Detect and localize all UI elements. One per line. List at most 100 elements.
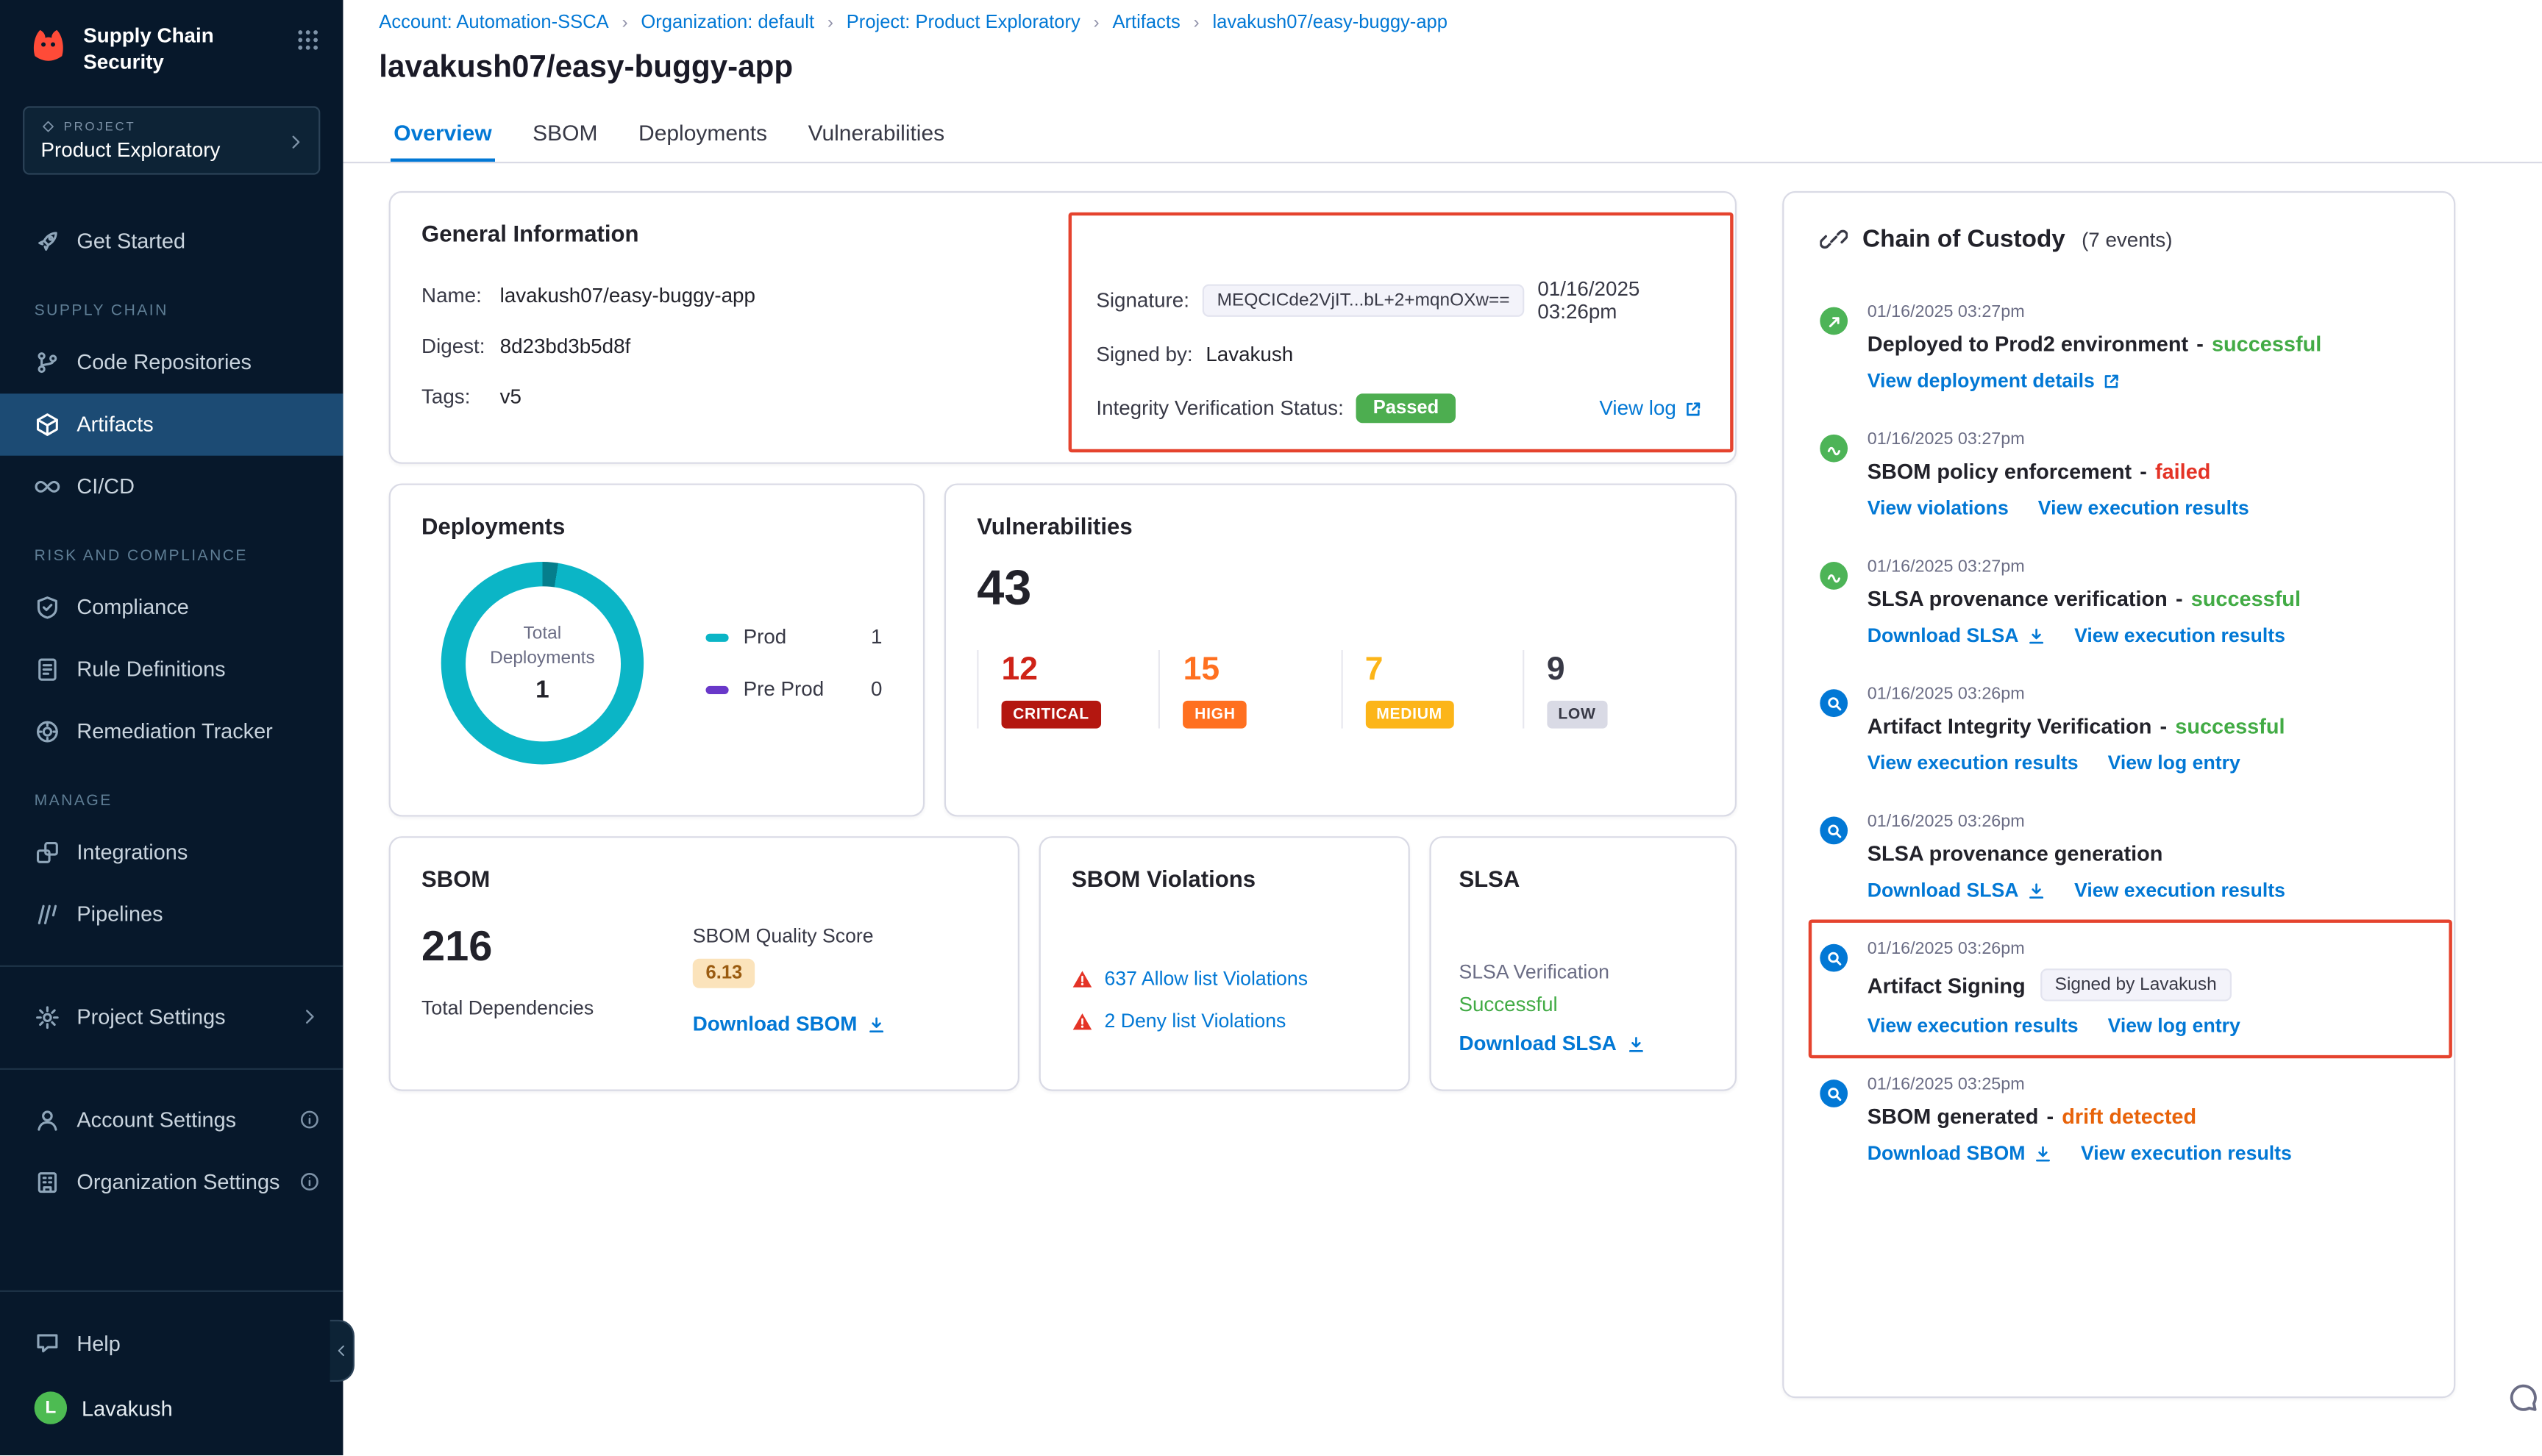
sidebar-item-get-started[interactable]: Get Started [0, 210, 343, 271]
event-title: Artifact SigningSigned by Lavakush [1868, 968, 2418, 1001]
event-status-separator: - [2046, 1104, 2054, 1128]
rocket-icon [35, 228, 61, 254]
event-link-view-execution-results[interactable]: View execution results [1868, 752, 2079, 774]
legend-marker [706, 685, 729, 693]
violation-link-2-deny-list-violations[interactable]: 2 Deny list Violations [1104, 1010, 1286, 1032]
signed-by-row: Signed by: Lavakush [1096, 337, 1702, 373]
tab-vulnerabilities[interactable]: Vulnerabilities [805, 110, 947, 162]
event-body: 01/16/2025 03:26pmSLSA provenance genera… [1868, 812, 2418, 902]
sidebar-item-ci-cd[interactable]: CI/CD [0, 455, 343, 517]
sidebar-item-compliance[interactable]: Compliance [0, 576, 343, 638]
tab-sbom[interactable]: SBOM [530, 110, 601, 162]
event-title: SBOM generated-drift detected [1868, 1104, 2418, 1128]
user-menu[interactable]: L Lavakush [0, 1374, 343, 1442]
event-link-view-execution-results[interactable]: View execution results [2081, 1142, 2292, 1165]
legend-row-pre-prod: Pre Prod0 [706, 678, 883, 701]
event-link-download-sbom[interactable]: Download SBOM [1868, 1142, 2051, 1165]
breadcrumb-link-project-product-exploratory[interactable]: Project: Product Exploratory [847, 13, 1080, 33]
coc-event-artifact-signing: 01/16/2025 03:26pmArtifact SigningSigned… [1820, 939, 2418, 1037]
vulnerabilities-total: 43 [977, 562, 1703, 618]
sidebar-header: Supply Chain Security [0, 0, 343, 76]
event-title: SLSA provenance verification-successful [1868, 586, 2418, 610]
chat-bubble-icon[interactable] [2506, 1382, 2538, 1414]
app-title-line2: Security [83, 49, 213, 76]
sbom-card: SBOM 216 Total Dependencies SBOM Quality… [389, 836, 1019, 1091]
integrations-icon [35, 839, 61, 866]
sbom-quality-block: SBOM Quality Score 6.13 Download SBOM [693, 924, 987, 1038]
sidebar-collapse-button[interactable] [330, 1320, 355, 1382]
integrity-row: Integrity Verification Status: Passed Vi… [1096, 390, 1702, 427]
event-link-view-execution-results[interactable]: View execution results [2074, 624, 2285, 646]
artifacts-icon [35, 411, 61, 438]
severity-badge: MEDIUM [1365, 701, 1454, 729]
event-link-view-execution-results[interactable]: View execution results [2038, 496, 2249, 519]
tab-deployments[interactable]: Deployments [636, 110, 771, 162]
breadcrumb-link-account-automation-ssca[interactable]: Account: Automation-SSCA [379, 13, 608, 33]
sidebar-item-organization-settings[interactable]: Organization Settings [0, 1151, 343, 1213]
field-label: Tags: [421, 385, 500, 408]
breadcrumb: Account: Automation-SSCA›Organization: d… [379, 13, 2542, 33]
row-sbom-slsa: SBOM 216 Total Dependencies SBOM Quality… [389, 836, 1737, 1091]
pipelines-icon [35, 901, 61, 927]
violation-link-637-allow-list-violations[interactable]: 637 Allow list Violations [1104, 967, 1308, 990]
sidebar-item-integrations[interactable]: Integrations [0, 821, 343, 882]
severity-count: 9 [1547, 653, 1704, 685]
donut-center-label: Total Deployments [490, 623, 595, 671]
event-link-view-execution-results[interactable]: View execution results [1868, 1014, 2079, 1037]
slsa-status: Successful [1459, 993, 1707, 1016]
chain-of-custody-title: Chain of Custody [1862, 226, 2065, 254]
breadcrumb-link-artifacts[interactable]: Artifacts [1112, 13, 1180, 33]
event-link-view-log-entry[interactable]: View log entry [2108, 1014, 2240, 1037]
event-link-view-execution-results[interactable]: View execution results [2074, 879, 2285, 902]
gear-icon [35, 1004, 61, 1030]
pipeline-icon [1820, 562, 1848, 590]
view-log-link[interactable]: View log [1599, 397, 1702, 420]
repo-icon [35, 349, 61, 375]
sidebar-item-help[interactable]: Help [0, 1312, 343, 1374]
field-label: Integrity Verification Status: [1096, 397, 1343, 420]
sidebar-item-rule-definitions[interactable]: Rule Definitions [0, 638, 343, 699]
coc-event-slsa-provenance-generation: 01/16/2025 03:26pmSLSA provenance genera… [1820, 812, 2418, 902]
breadcrumb-link-lavakush07-easy-buggy-app[interactable]: lavakush07/easy-buggy-app [1212, 13, 1448, 33]
field-label: Signed by: [1096, 343, 1192, 365]
sbom-total-block: 216 Total Dependencies [421, 924, 594, 1038]
event-time: 01/16/2025 03:27pm [1868, 429, 2418, 449]
event-link-view-log-entry[interactable]: View log entry [2108, 752, 2240, 774]
sidebar-item-pipelines[interactable]: Pipelines [0, 883, 343, 945]
project-icon [41, 118, 56, 133]
event-link-view-deployment-details[interactable]: View deployment details [1868, 369, 2121, 392]
event-link-download-slsa[interactable]: Download SLSA [1868, 624, 2045, 646]
event-link-view-violations[interactable]: View violations [1868, 496, 2009, 519]
breadcrumb-link-organization-default[interactable]: Organization: default [641, 13, 814, 33]
main-area: Account: Automation-SSCA›Organization: d… [343, 0, 2542, 1455]
sidebar-item-label: Help [76, 1330, 120, 1355]
sidebar-item-remediation-tracker[interactable]: Remediation Tracker [0, 700, 343, 762]
event-link-label: Download SBOM [1868, 1142, 2026, 1165]
sidebar-nav: Get Started SUPPLY CHAINCode Repositorie… [0, 210, 343, 1213]
sidebar-item-code-repositories[interactable]: Code Repositories [0, 331, 343, 393]
sidebar-item-artifacts[interactable]: Artifacts [0, 393, 343, 454]
event-link-label: View log entry [2108, 752, 2240, 774]
legend-marker [706, 633, 729, 641]
sidebar-item-account-settings[interactable]: Account Settings [0, 1088, 343, 1150]
tab-overview[interactable]: Overview [391, 110, 495, 162]
app-title: Supply Chain Security [83, 21, 213, 76]
download-icon [1626, 1035, 1644, 1052]
download-icon [2027, 627, 2045, 644]
severity-medium: 7MEDIUM [1340, 650, 1522, 729]
event-time: 01/16/2025 03:26pm [1868, 812, 2418, 832]
event-title: Artifact Integrity Verification-successf… [1868, 714, 2418, 738]
sidebar-item-project-settings[interactable]: Project Settings [0, 985, 343, 1047]
event-body: 01/16/2025 03:26pmArtifact SigningSigned… [1868, 939, 2418, 1037]
download-slsa-link[interactable]: Download SLSA [1459, 1032, 1644, 1055]
project-selector[interactable]: PROJECT Product Exploratory [23, 105, 320, 174]
event-status: failed [2155, 459, 2210, 483]
signed-by-chip: Signed by Lavakush [2040, 968, 2232, 1001]
chain-icon [1820, 226, 1848, 254]
event-link-download-slsa[interactable]: Download SLSA [1868, 879, 2045, 902]
event-title-text: Artifact Integrity Verification [1868, 714, 2152, 738]
severity-badge: LOW [1547, 701, 1607, 729]
app-grid-icon[interactable] [296, 28, 320, 52]
deployments-body: Total Deployments 1 Prod1Pre Prod0 [421, 562, 892, 764]
download-sbom-link[interactable]: Download SBOM [693, 1013, 885, 1035]
